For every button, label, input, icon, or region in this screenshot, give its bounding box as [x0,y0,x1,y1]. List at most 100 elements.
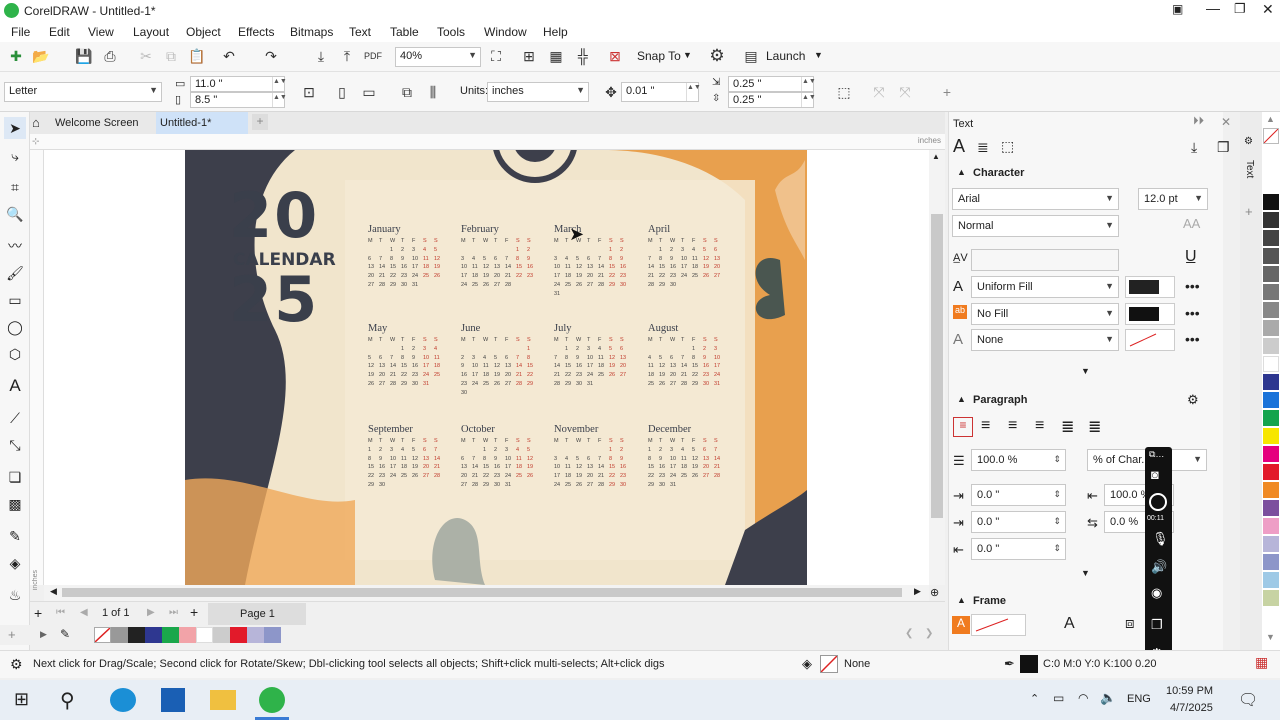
spinner-icon[interactable]: ▲▼ [272,77,287,91]
file-explorer-icon[interactable] [210,690,236,710]
color-swatch[interactable] [1263,410,1279,426]
palette-scroll-down-icon[interactable]: ▼ [1266,632,1275,642]
outline-color-picker[interactable] [1125,329,1175,351]
all-pages-size-icon[interactable]: ⊡ [298,81,320,103]
scroll-right-icon[interactable]: ▶ [914,586,921,597]
launch-dropdown[interactable]: Launch [766,49,805,63]
record-stop-button[interactable] [1149,493,1167,511]
no-color-swatch[interactable] [94,627,111,643]
color-swatch[interactable] [1263,572,1279,588]
more-options-icon[interactable]: ••• [1185,331,1200,347]
snap-to-dropdown[interactable]: Snap To [637,49,681,63]
no-alignment-icon[interactable]: ≡ [953,417,973,437]
artistic-media-icon[interactable]: 🖌 [4,262,26,284]
export-icon[interactable]: ⤒ [336,45,358,67]
menu-tools[interactable]: Tools [437,25,465,39]
palette-expand-icon[interactable]: ▶ [40,629,47,640]
zoom-level-combo[interactable]: 40% ▼ [395,47,481,67]
new-tab-icon[interactable]: + [252,114,268,130]
interactive-fill-icon[interactable]: ◈ [4,552,26,574]
edit-fill-icon[interactable]: ⤧ [894,81,916,103]
window-capture-icon[interactable]: ❐ [1151,617,1163,633]
ellipse-tool-icon[interactable]: ◯ [4,316,26,338]
align-right-icon[interactable]: ≡ [1035,417,1044,435]
scroll-thumb[interactable] [62,588,902,597]
transparency-tool-icon[interactable]: ▩ [4,493,26,515]
align-center-icon[interactable]: ≡ [1008,417,1017,435]
color-swatch[interactable] [264,627,281,643]
color-proofing-icon[interactable]: ▦ [1255,654,1268,671]
color-swatch[interactable] [1263,500,1279,516]
color-swatch[interactable] [1263,374,1279,390]
fill-none-swatch[interactable] [820,655,838,673]
nudge-distance-field[interactable]: 0.01 " ▲▼ [621,82,701,102]
gear-icon[interactable]: ⚙ [10,656,23,673]
force-justify-icon[interactable]: ≣ [1088,417,1101,437]
color-swatch[interactable] [213,627,230,643]
page-height-field[interactable]: 8.5 " ▲▼ [190,92,287,108]
page-layout-icon[interactable]: ⧉ [396,81,418,103]
frame-color-picker[interactable] [971,614,1026,636]
notifications-icon[interactable]: 🗨 [1238,690,1258,710]
horizontal-scrollbar[interactable]: ◀ ▶ [44,585,929,601]
paragraph-settings-icon[interactable]: ⚙ [1187,392,1199,408]
color-swatch[interactable] [1263,212,1279,228]
frame-tab-icon[interactable]: ⬚ [1001,138,1014,155]
show-rulers-icon[interactable]: ⊞ [518,45,540,67]
tab-untitled-1[interactable]: Untitled-1* [156,112,248,134]
wifi-icon[interactable]: ◠ [1078,691,1088,705]
add-color-icon[interactable]: + [8,627,16,642]
color-swatch[interactable] [1263,266,1279,282]
color-swatch[interactable] [1263,446,1279,462]
docker-close-icon[interactable]: ✕ [1221,115,1231,129]
restore-icon[interactable]: ▣ [1172,2,1183,16]
search-icon[interactable]: ⚲ [60,688,75,713]
spinner-icon[interactable]: ▲▼ [801,77,816,91]
scroll-thumb[interactable] [931,214,943,518]
smart-fill-icon[interactable]: ♨ [4,584,26,606]
save-icon[interactable]: 💾 [73,45,95,67]
color-swatch[interactable] [145,627,162,643]
background-fill-combo[interactable]: No Fill ▼ [971,303,1119,325]
more-options-icon[interactable]: ••• [1185,278,1200,294]
word-app-icon[interactable] [161,688,185,712]
color-swatch[interactable] [1263,320,1279,336]
duplicate-y-field[interactable]: 0.25 " ▲▼ [728,92,816,108]
import-text-icon[interactable]: ⤓ [1191,139,1197,156]
freehand-tool-icon[interactable]: 〰 [4,235,26,257]
drawing-canvas[interactable]: 20 CALENDAR 25 January M T W T F S S 1 2 3 4 5 6 7 8 9 10… [44,150,929,585]
first-page-icon[interactable]: ⏮ [56,607,65,618]
docker-collapse-icon[interactable]: ⏵⏵ [1193,115,1204,128]
home-icon[interactable]: ⌂ [32,115,40,130]
publish-pdf-icon[interactable]: PDF [362,45,384,67]
vertical-ruler[interactable]: inches [30,150,44,590]
add-page-after-icon[interactable]: + [190,604,198,620]
color-swatch[interactable] [1263,482,1279,498]
calendar-artwork[interactable]: 20 CALENDAR 25 January M T W T F S S 1 2 3 4 5 6 7 8 9 10… [185,150,807,585]
polygon-tool-icon[interactable]: ⬡ [4,343,26,365]
zoom-tool-icon[interactable]: 🔍 [4,203,26,225]
microphone-icon[interactable]: 🎙 [1152,531,1169,547]
vertical-scrollbar[interactable]: ▲ [929,150,945,585]
drop-shadow-icon[interactable]: ❏ [4,466,26,488]
rectangle-tool-icon[interactable]: ▭ [4,289,26,311]
docker-tab-text[interactable]: Text [1244,160,1255,178]
menu-text[interactable]: Text [349,25,371,39]
minimize-button[interactable]: — [1206,0,1220,16]
page-width-field[interactable]: 11.0 " ▲▼ [190,76,287,92]
launch-icon[interactable]: ▤ [740,45,762,67]
new-document-icon[interactable]: ✚ [5,45,27,67]
menu-bitmaps[interactable]: Bitmaps [290,25,333,39]
landscape-icon[interactable]: ▭ [358,81,380,103]
color-swatch[interactable] [230,627,247,643]
first-indent-field[interactable]: 0.0 " ⇕ [971,484,1066,506]
eyedropper-icon[interactable]: ✎ [4,525,26,547]
open-icon[interactable]: 📂 [30,45,52,67]
bg-color-picker[interactable] [1125,303,1175,325]
kerning-field[interactable] [971,249,1119,271]
menu-object[interactable]: Object [186,25,221,39]
pick-tool-icon[interactable]: ➤ [4,117,26,139]
show-guidelines-icon[interactable]: ╬ [572,45,594,67]
color-swatch[interactable] [1263,518,1279,534]
outline-combo[interactable]: None ▼ [971,329,1119,351]
